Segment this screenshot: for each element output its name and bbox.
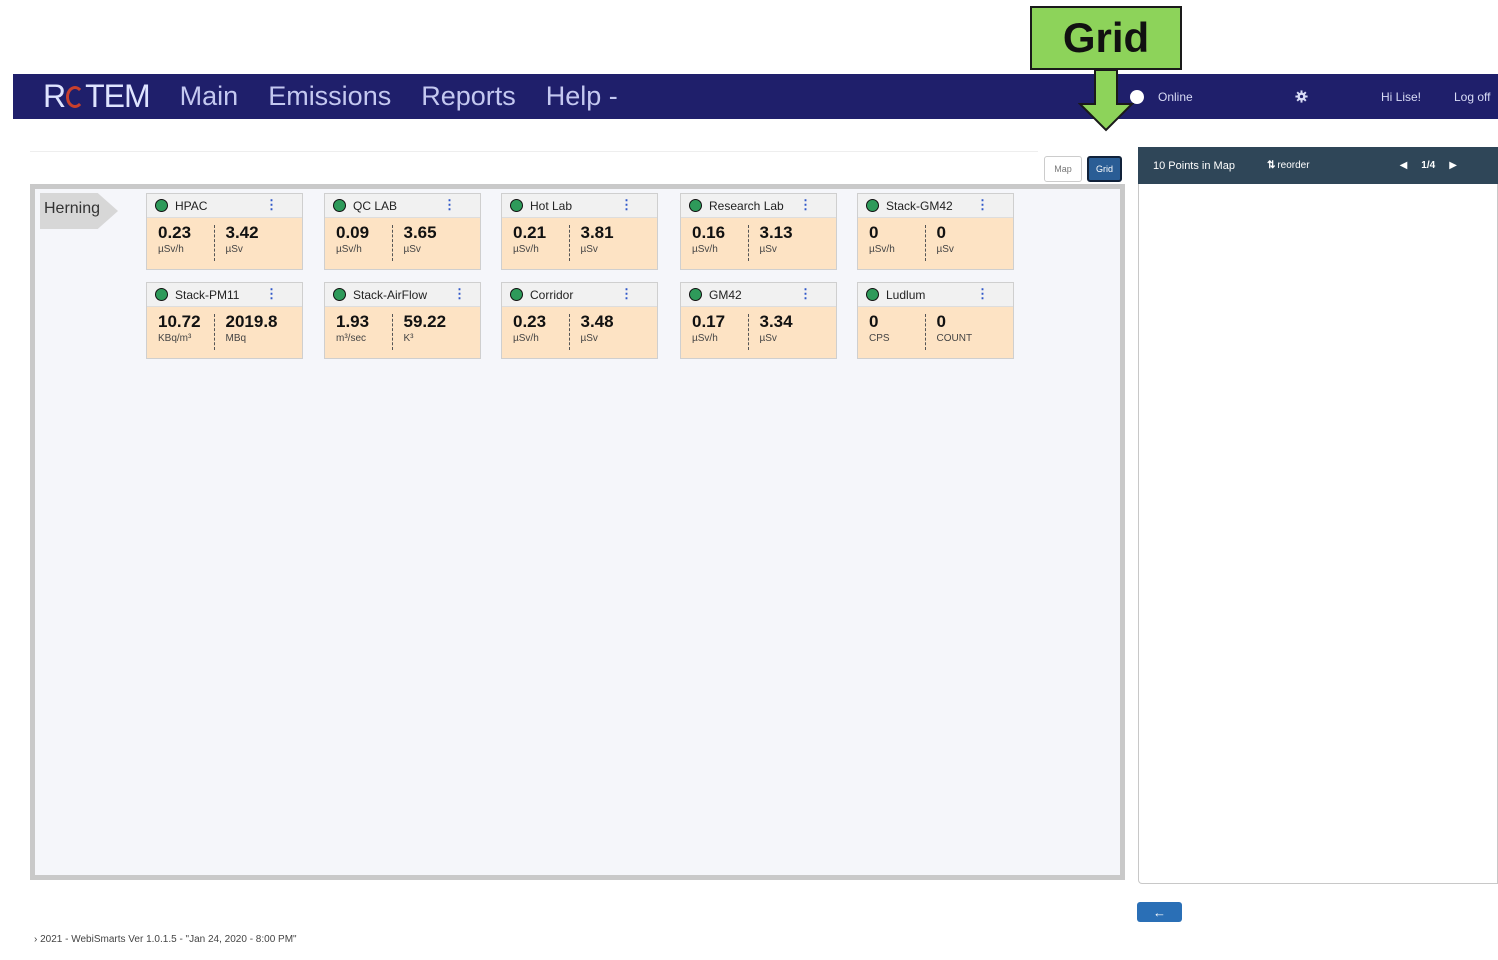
- points-panel-body: [1138, 184, 1498, 884]
- tile-title: Stack-GM42: [886, 198, 953, 213]
- dose-value: 3.65: [403, 223, 437, 242]
- more-vert-icon[interactable]: ⋮: [976, 286, 989, 302]
- back-button[interactable]: ←: [1137, 902, 1182, 922]
- more-vert-icon[interactable]: ⋮: [620, 197, 633, 213]
- dose-value: 3.34: [759, 312, 793, 331]
- sensor-tile-hot-lab[interactable]: Hot Lab ⋮ 0.21 µSv/h 3.81 µSv: [501, 193, 658, 270]
- logoff-link[interactable]: Log off: [1454, 74, 1498, 119]
- sensor-tile-ludlum[interactable]: Ludlum ⋮ 0 CPS 0 COUNT: [857, 282, 1014, 359]
- total-unit: K³: [403, 333, 414, 344]
- sensor-tile-gm42[interactable]: GM42 ⋮ 0.17 µSv/h 3.34 µSv: [680, 282, 837, 359]
- sensor-tile-research-lab[interactable]: Research Lab ⋮ 0.16 µSv/h 3.13 µSv: [680, 193, 837, 270]
- status-dot-icon: [333, 288, 346, 301]
- callout-arrow-icon: [1078, 70, 1134, 132]
- tile-title: Corridor: [530, 287, 574, 302]
- more-vert-icon[interactable]: ⋮: [265, 286, 278, 302]
- total-value: 59.22: [403, 312, 447, 331]
- site-label: Herning: [40, 193, 118, 229]
- gear-icon: [1295, 90, 1308, 103]
- status-dot-icon: [866, 288, 879, 301]
- logo-ring-icon: [66, 85, 85, 108]
- count-value: 0: [936, 312, 946, 331]
- footer-version: › 2021 - WebiSmarts Ver 1.0.1.5 - "Jan 2…: [34, 934, 297, 945]
- online-status: Online: [1130, 74, 1193, 119]
- top-navbar: R TEM Main Emissions Reports Help - Onlin…: [13, 74, 1498, 119]
- points-count-label: 10 Points in Map: [1153, 159, 1235, 172]
- sensor-tile-qc-lab[interactable]: QC LAB ⋮ 0.09 µSv/h 3.65 µSv: [324, 193, 481, 270]
- map-view-button[interactable]: Map: [1044, 156, 1082, 182]
- more-vert-icon[interactable]: ⋮: [620, 286, 633, 302]
- tile-title: Hot Lab: [530, 198, 573, 213]
- settings-button[interactable]: [1295, 74, 1308, 119]
- dose-unit: µSv: [225, 244, 243, 255]
- status-dot-icon: [510, 199, 523, 212]
- nav-emissions[interactable]: Emissions: [268, 81, 391, 112]
- dose-unit: µSv: [580, 244, 598, 255]
- more-vert-icon[interactable]: ⋮: [799, 286, 812, 302]
- dose-value: 3.81: [580, 223, 614, 242]
- nav-main[interactable]: Main: [180, 81, 239, 112]
- grid-view-button[interactable]: Grid: [1087, 156, 1122, 182]
- tile-title: Ludlum: [886, 287, 926, 302]
- sort-icon: ⇅: [1266, 160, 1276, 171]
- divider: [30, 151, 1038, 152]
- points-panel-header: 10 Points in Map ⇅ reorder ◀ 1/4 ▶: [1138, 147, 1498, 184]
- sensor-tile-stack-pm11[interactable]: Stack-PM11 ⋮ 10.72 KBq/m³ 2019.8 MBq: [146, 282, 303, 359]
- tile-title: Research Lab: [709, 198, 784, 213]
- grid-panel: Herning HPAC ⋮ 0.23 µSv/h 3.42 µSv QC LAB ⋮ …: [30, 184, 1125, 880]
- dose-unit: µSv: [936, 244, 954, 255]
- grid-callout: Grid: [1030, 6, 1182, 70]
- more-vert-icon[interactable]: ⋮: [453, 286, 466, 302]
- status-dot-icon: [689, 288, 702, 301]
- dose-unit: µSv: [403, 244, 421, 255]
- tile-title: Stack-PM11: [175, 287, 240, 302]
- status-dot-icon: [510, 288, 523, 301]
- dose-value: 3.48: [580, 312, 614, 331]
- dose-unit: µSv: [759, 244, 777, 255]
- dose-value: 3.42: [225, 223, 259, 242]
- total-unit: MBq: [225, 333, 247, 344]
- user-greeting[interactable]: Hi Lise!: [1381, 74, 1421, 119]
- prev-page-icon[interactable]: ◀: [1400, 160, 1408, 171]
- sensor-tile-hpac[interactable]: HPAC ⋮ 0.23 µSv/h 3.42 µSv: [146, 193, 303, 270]
- sensor-tile-corridor[interactable]: Corridor ⋮ 0.23 µSv/h 3.48 µSv: [501, 282, 658, 359]
- status-dot-icon: [155, 199, 168, 212]
- dose-unit: µSv: [580, 333, 598, 344]
- sensor-tile-stack-gm42[interactable]: Stack-GM42 ⋮ 0 µSv/h 0 µSv: [857, 193, 1014, 270]
- brand-logo[interactable]: R TEM: [43, 78, 151, 115]
- count-unit: COUNT: [936, 333, 973, 344]
- next-page-icon[interactable]: ▶: [1449, 160, 1457, 171]
- tile-title: HPAC: [175, 198, 208, 213]
- nav-help[interactable]: Help -: [546, 81, 618, 112]
- more-vert-icon[interactable]: ⋮: [443, 197, 456, 213]
- tile-title: GM42: [709, 287, 742, 302]
- status-dot-icon: [333, 199, 346, 212]
- dose-unit: µSv: [759, 333, 777, 344]
- status-dot-icon: [866, 199, 879, 212]
- total-value: 2019.8: [225, 312, 278, 331]
- page-indicator: 1/4: [1421, 160, 1436, 171]
- status-dot-icon: [155, 288, 168, 301]
- more-vert-icon[interactable]: ⋮: [976, 197, 989, 213]
- more-vert-icon[interactable]: ⋮: [265, 197, 278, 213]
- nav-reports[interactable]: Reports: [421, 81, 516, 112]
- tile-title: QC LAB: [353, 198, 398, 213]
- reorder-button[interactable]: ⇅ reorder: [1267, 160, 1310, 171]
- tile-title: Stack-AirFlow: [353, 287, 428, 302]
- arrow-left-icon: ←: [1153, 904, 1166, 920]
- status-dot-icon: [689, 199, 702, 212]
- dose-value: 0: [936, 223, 946, 242]
- dose-value: 3.13: [759, 223, 793, 242]
- sensor-tile-stack-airflow[interactable]: Stack-AirFlow ⋮ 1.93 m³/sec 59.22 K³: [324, 282, 481, 359]
- more-vert-icon[interactable]: ⋮: [799, 197, 812, 213]
